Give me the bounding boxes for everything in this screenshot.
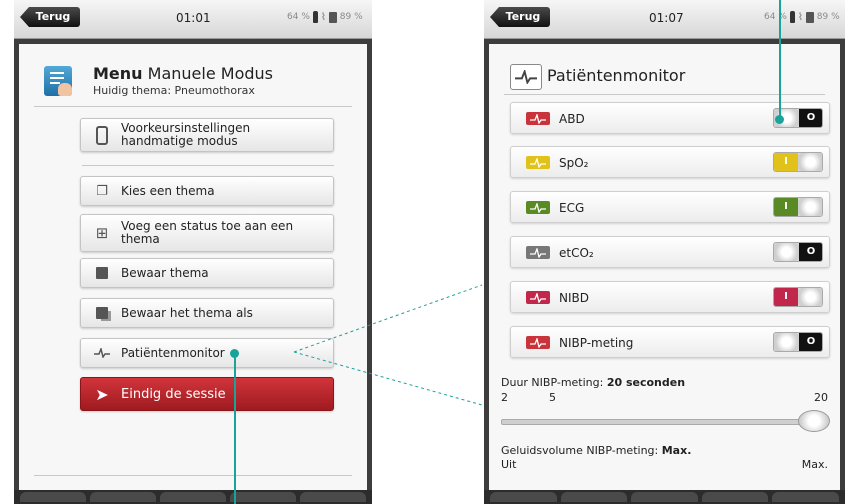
callout-line — [779, 0, 781, 119]
callout-dot — [775, 115, 784, 124]
callout-line — [234, 356, 236, 504]
callout-dot — [230, 349, 239, 358]
callout-lines — [293, 284, 483, 406]
